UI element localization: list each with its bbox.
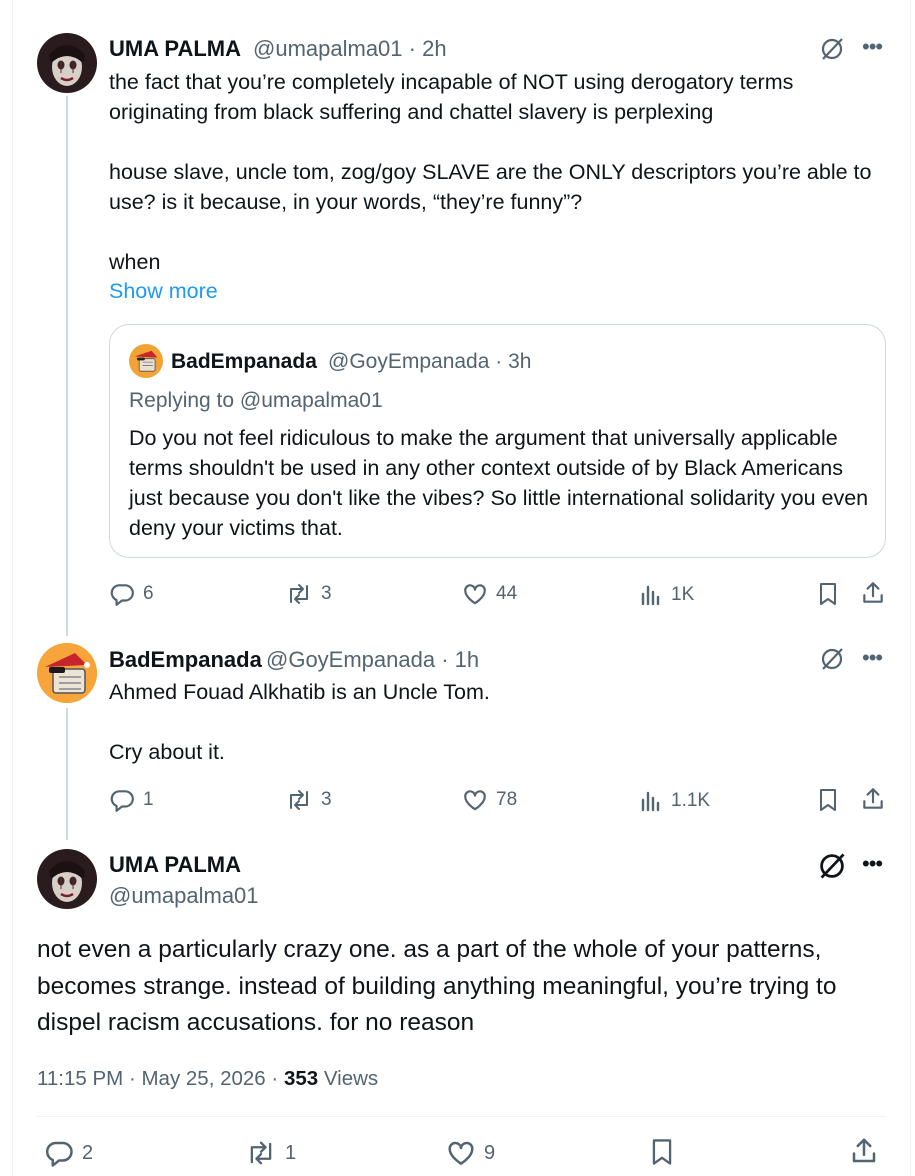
quote-avatar <box>129 344 163 378</box>
views-icon <box>641 585 660 606</box>
repost-count: 1 <box>285 1141 297 1164</box>
bookmark-icon <box>652 1139 672 1165</box>
grok-icon[interactable] <box>817 851 847 881</box>
share-button[interactable] <box>860 580 886 606</box>
author-name[interactable]: UMA PALMA <box>109 852 241 878</box>
post-time[interactable]: 11:15 PM <box>37 1067 123 1090</box>
repost-icon <box>250 1141 272 1165</box>
views-count: 1.1K <box>671 790 711 811</box>
more-icon[interactable]: ••• <box>862 36 883 58</box>
column-border-right <box>910 0 911 1176</box>
reply-icon <box>45 1141 73 1167</box>
bookmark-button[interactable] <box>648 1137 676 1167</box>
timestamp[interactable]: 2h <box>422 36 446 61</box>
avatar-uma-palma[interactable] <box>37 849 97 909</box>
reply-icon <box>110 584 134 606</box>
quoted-tweet-card[interactable]: BadEmpanada @GoyEmpanada · 3h Replying t… <box>109 324 886 558</box>
avatar-uma-palma[interactable] <box>37 33 97 93</box>
author-name[interactable]: UMA PALMA <box>109 36 241 62</box>
like-button[interactable]: 9 <box>446 1138 495 1168</box>
separator: · <box>495 350 503 373</box>
share-icon <box>863 582 883 603</box>
separator: · <box>441 647 449 672</box>
like-icon <box>464 790 486 811</box>
views-total: 353 <box>283 1067 319 1090</box>
separator: · <box>271 1067 279 1090</box>
tweet-text: the fact that you’re completely incapabl… <box>109 70 872 274</box>
avatar-badempanada[interactable] <box>37 643 97 703</box>
quote-author-handle: @GoyEmpanada · 3h <box>328 350 531 374</box>
like-count: 9 <box>484 1141 496 1164</box>
views-button[interactable]: 1.1K <box>639 789 710 813</box>
views-label: Views <box>323 1067 379 1090</box>
quote-timestamp: 3h <box>508 350 532 373</box>
bookmark-button[interactable] <box>816 581 840 607</box>
share-button[interactable] <box>860 786 886 812</box>
like-count: 78 <box>496 789 518 810</box>
quote-author-name: BadEmpanada <box>171 350 317 373</box>
author-handle[interactable]: @umapalma01 <box>109 883 259 909</box>
grok-icon[interactable] <box>819 36 845 62</box>
reply-button[interactable]: 2 <box>44 1138 93 1168</box>
views-icon <box>641 791 660 812</box>
reply-button[interactable]: 6 <box>109 581 154 607</box>
repost-button[interactable]: 3 <box>285 787 332 813</box>
divider <box>37 1116 886 1117</box>
reply-button[interactable]: 1 <box>109 787 154 813</box>
more-icon[interactable]: ••• <box>862 853 883 875</box>
thread-line <box>66 708 68 840</box>
timestamp[interactable]: 1h <box>455 647 479 672</box>
quote-handle-text: @GoyEmpanada <box>328 350 490 373</box>
bookmark-icon <box>820 583 836 605</box>
thread-line <box>66 96 68 636</box>
author-handle[interactable]: @GoyEmpanada · 1h <box>266 647 479 673</box>
reply-icon <box>110 790 134 812</box>
tweet-text: Ahmed Fouad Alkhatib is an Uncle Tom. Cr… <box>109 680 490 764</box>
share-icon <box>852 1138 876 1163</box>
repost-button[interactable]: 3 <box>285 581 332 607</box>
post-date[interactable]: May 25, 2026 <box>141 1067 265 1090</box>
repost-count: 3 <box>321 583 332 604</box>
show-more-link[interactable]: Show more <box>109 279 218 304</box>
grok-icon[interactable] <box>819 646 845 672</box>
like-button[interactable]: 44 <box>462 581 517 607</box>
like-icon <box>448 1141 474 1165</box>
views-count: 1K <box>671 584 695 605</box>
share-button[interactable] <box>849 1136 879 1166</box>
column-border-left <box>12 0 13 1176</box>
bookmark-icon <box>820 789 836 811</box>
like-icon <box>464 584 486 605</box>
like-button[interactable]: 78 <box>462 787 517 813</box>
more-icon[interactable]: ••• <box>862 647 883 669</box>
reply-count: 6 <box>143 583 154 604</box>
like-count: 44 <box>496 583 518 604</box>
replying-to: Replying to @umapalma01 <box>129 389 383 412</box>
separator: · <box>408 36 416 61</box>
main-tweet-text: not even a particularly crazy one. as a … <box>37 936 844 1036</box>
repost-button[interactable]: 1 <box>245 1138 296 1168</box>
author-name[interactable]: BadEmpanada <box>109 647 262 673</box>
quote-text: Do you not feel ridiculous to make the a… <box>129 426 875 540</box>
share-icon <box>863 788 883 809</box>
reply-count: 2 <box>82 1141 94 1164</box>
handle-text[interactable]: @GoyEmpanada <box>266 647 435 672</box>
handle-text[interactable]: @umapalma01 <box>253 36 403 61</box>
repost-icon <box>290 790 308 810</box>
tweet-metadata: 11:15 PM · May 25, 2026 · 353 Views <box>37 1067 378 1091</box>
reply-count: 1 <box>143 789 154 810</box>
repost-icon <box>290 584 308 604</box>
author-handle[interactable]: @umapalma01 · 2h <box>253 36 447 62</box>
bookmark-button[interactable] <box>816 787 840 813</box>
separator: · <box>128 1067 136 1090</box>
repost-count: 3 <box>321 789 332 810</box>
views-button[interactable]: 1K <box>639 583 694 607</box>
